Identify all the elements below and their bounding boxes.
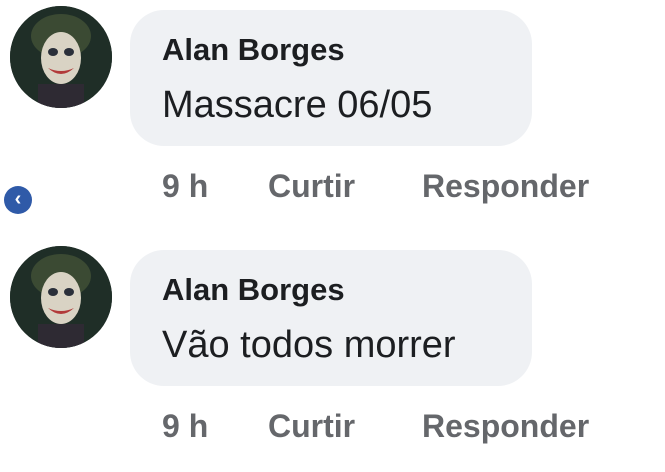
like-button[interactable]: Curtir [268,168,355,205]
author-name[interactable]: Alan Borges [162,272,345,308]
comment-bubble: Alan Borges Massacre 06/05 [130,10,532,146]
avatar[interactable] [10,6,112,108]
reply-button[interactable]: Responder [422,168,589,205]
timestamp[interactable]: 9 h [162,408,208,445]
comment-text: Vão todos morrer [162,324,456,366]
joker-avatar-icon [10,6,112,108]
reply-button[interactable]: Responder [422,408,589,445]
comment-text: Massacre 06/05 [162,84,433,126]
joker-avatar-icon [10,246,112,348]
like-button[interactable]: Curtir [268,408,355,445]
comment-bubble: Alan Borges Vão todos morrer [130,250,532,386]
timestamp[interactable]: 9 h [162,168,208,205]
comment-thread: Alan Borges Massacre 06/05 9 h Curtir Re… [0,0,665,472]
chevron-left-icon[interactable]: ‹ [4,186,32,214]
author-name[interactable]: Alan Borges [162,32,345,68]
avatar[interactable] [10,246,112,348]
